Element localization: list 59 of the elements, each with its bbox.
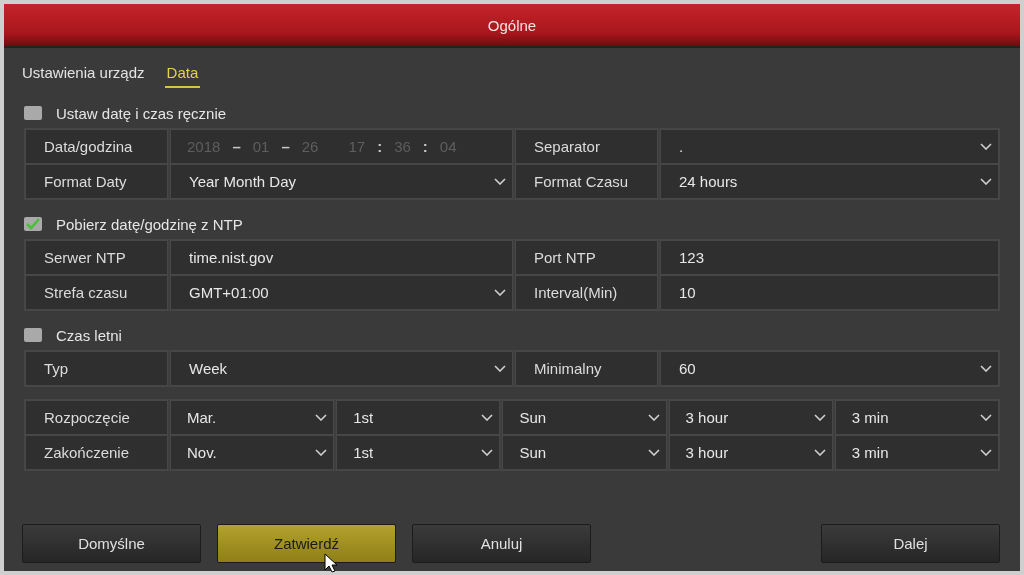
field-label: Serwer NTP	[25, 240, 168, 275]
field-label: Strefa czasu	[25, 275, 168, 310]
chevron-down-icon	[494, 178, 506, 185]
tab[interactable]: Ustawienia urządz	[20, 60, 147, 88]
chevron-down-icon	[813, 414, 826, 421]
next-button[interactable]: Dalej	[821, 524, 1000, 563]
dropdown[interactable]: Year Month Day	[170, 164, 513, 199]
field-label: Format Czasu	[515, 164, 658, 199]
chevron-down-icon	[494, 365, 506, 372]
dropdown[interactable]: 3 hour	[668, 435, 833, 470]
checkbox[interactable]	[24, 106, 42, 120]
input-field[interactable]: time.nist.gov	[170, 240, 513, 275]
checkbox[interactable]	[24, 217, 42, 231]
field-label: Typ	[25, 351, 168, 386]
chevron-down-icon	[315, 414, 328, 421]
dropdown[interactable]: Week	[170, 351, 513, 386]
dropdown[interactable]: Sun	[502, 400, 667, 435]
field-label: Format Daty	[25, 164, 168, 199]
dropdown[interactable]: 60	[660, 351, 999, 386]
action-button[interactable]: Anuluj	[412, 524, 591, 563]
dropdown[interactable]: Nov.	[170, 435, 335, 470]
chevron-down-icon	[494, 289, 506, 296]
field-label: Separator	[515, 129, 658, 164]
field-label: Data/godzina	[25, 129, 168, 164]
window-title: Ogólne	[4, 4, 1020, 48]
chevron-down-icon	[980, 449, 992, 456]
dropdown[interactable]: Sun	[502, 435, 667, 470]
checkbox[interactable]	[24, 328, 42, 342]
action-button[interactable]: Domyślne	[22, 524, 201, 563]
dropdown[interactable]: 3 min	[834, 400, 999, 435]
input-field[interactable]: 10	[660, 275, 999, 310]
chevron-down-icon	[980, 143, 992, 150]
dropdown[interactable]: GMT+01:00	[170, 275, 513, 310]
dropdown[interactable]: 1st	[336, 400, 501, 435]
chevron-down-icon	[813, 449, 826, 456]
chevron-down-icon	[980, 365, 992, 372]
chevron-down-icon	[647, 414, 660, 421]
field-label: Minimalny	[515, 351, 658, 386]
field-label: Interval(Min)	[515, 275, 658, 310]
checkbox-label: Czas letni	[56, 326, 122, 344]
dropdown[interactable]: Mar.	[170, 400, 335, 435]
chevron-down-icon	[647, 449, 660, 456]
input-field[interactable]: 123	[660, 240, 999, 275]
dropdown[interactable]: 1st	[336, 435, 501, 470]
dropdown[interactable]: .	[660, 129, 999, 164]
chevron-down-icon	[315, 449, 328, 456]
tab[interactable]: Data	[164, 60, 201, 88]
chevron-down-icon	[481, 414, 494, 421]
chevron-down-icon	[980, 178, 992, 185]
dropdown[interactable]: 3 hour	[668, 400, 833, 435]
field-label: Port NTP	[515, 240, 658, 275]
checkbox-label: Pobierz datę/godzinę z NTP	[56, 215, 243, 233]
checkbox-label: Ustaw datę i czas ręcznie	[56, 104, 227, 122]
chevron-down-icon	[980, 414, 992, 421]
field-label: Rozpoczęcie	[25, 400, 168, 435]
dropdown[interactable]: 3 min	[834, 435, 999, 470]
dropdown[interactable]: 24 hours	[660, 164, 999, 199]
chevron-down-icon	[481, 449, 494, 456]
field-label: Zakończenie	[25, 435, 168, 470]
